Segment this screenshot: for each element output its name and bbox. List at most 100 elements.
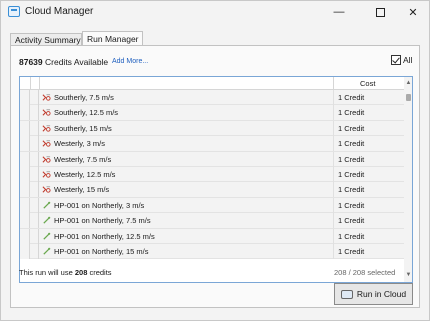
column-separator: [333, 151, 334, 167]
run-in-cloud-button[interactable]: Run in Cloud: [334, 283, 413, 305]
table-row[interactable]: Southerly, 12.5 m/s 1 Credit: [20, 105, 404, 121]
column-separator: [333, 120, 334, 136]
checkbox-checked-icon: [391, 55, 401, 65]
row-select-cell[interactable]: [30, 243, 39, 259]
row-cost: 1 Credit: [338, 200, 365, 210]
credits-available: 87639 Credits Available: [19, 57, 108, 67]
row-select-cell[interactable]: [30, 213, 39, 229]
scroll-up-icon[interactable]: ▲: [405, 80, 412, 87]
column-header-cost[interactable]: Cost: [360, 79, 375, 88]
scroll-thumb[interactable]: [406, 94, 411, 101]
column-separator: [333, 90, 334, 105]
credits-label: Credits Available: [42, 57, 109, 67]
probe-icon: [43, 201, 51, 209]
table-row[interactable]: Westerly, 3 m/s 1 Credit: [20, 136, 404, 152]
row-header-cell[interactable]: [20, 197, 30, 213]
row-header-cell[interactable]: [20, 166, 30, 182]
grid-header: Cost: [20, 77, 404, 90]
row-cost: 1 Credit: [338, 123, 365, 133]
row-name: Southerly, 12.5 m/s: [54, 108, 119, 118]
row-select-cell[interactable]: [30, 151, 39, 167]
row-cost: 1 Credit: [338, 169, 365, 179]
select-all-label: All: [403, 55, 413, 65]
row-name: HP-001 on Northerly, 3 m/s: [54, 200, 145, 210]
wind-case-icon: [42, 109, 51, 117]
window-title: Cloud Manager: [25, 6, 94, 17]
table-row[interactable]: Westerly, 15 m/s 1 Credit: [20, 182, 404, 198]
runs-grid[interactable]: Cost Southerly, 7.5 m/s 1 Credit Southerly…: [19, 76, 413, 283]
usage-count: 208: [74, 268, 88, 277]
row-header-cell[interactable]: [20, 151, 30, 167]
title-bar[interactable]: Cloud Manager — ✕: [1, 1, 429, 23]
row-cost: 1 Credit: [338, 185, 365, 195]
minimize-button[interactable]: —: [322, 1, 356, 23]
row-select-cell[interactable]: [30, 182, 39, 198]
cloud-run-icon: [340, 289, 353, 299]
row-name: Southerly, 7.5 m/s: [54, 93, 114, 102]
row-select-cell[interactable]: [30, 136, 39, 152]
grid-rows: Southerly, 7.5 m/s 1 Credit Southerly, 12.…: [20, 90, 404, 260]
row-cost: 1 Credit: [338, 139, 365, 149]
column-separator: [333, 182, 334, 198]
row-cost: 1 Credit: [338, 231, 365, 241]
row-header-cell[interactable]: [20, 213, 30, 229]
row-select-cell[interactable]: [30, 90, 39, 105]
column-separator: [333, 197, 334, 213]
run-button-label: Run in Cloud: [356, 289, 407, 299]
wind-case-icon: [42, 171, 51, 178]
table-row[interactable]: HP-001 on Northerly, 7.5 m/s 1 Credit: [20, 213, 404, 229]
row-header-cell[interactable]: [20, 228, 30, 244]
select-all-checkbox[interactable]: All: [391, 55, 412, 65]
minimize-icon: —: [333, 6, 345, 18]
table-row[interactable]: HP-001 on Northerly, 12.5 m/s 1 Credit: [20, 228, 404, 244]
column-separator: [333, 166, 334, 182]
table-row[interactable]: Southerly, 15 m/s 1 Credit: [20, 120, 404, 137]
usage-suffix: credits: [87, 268, 112, 277]
probe-icon: [43, 247, 51, 255]
row-name: Westerly, 7.5 m/s: [54, 154, 112, 164]
close-button[interactable]: ✕: [396, 1, 430, 23]
probe-icon: [43, 216, 51, 224]
table-row[interactable]: Westerly, 7.5 m/s 1 Credit: [20, 151, 404, 167]
row-name: Westerly, 12.5 m/s: [54, 169, 116, 179]
row-select-cell[interactable]: [30, 197, 39, 213]
column-separator: [333, 228, 334, 244]
table-row[interactable]: Westerly, 12.5 m/s 1 Credit: [20, 166, 404, 183]
wind-case-icon: [42, 186, 51, 193]
add-more-link[interactable]: Add More...: [112, 58, 148, 65]
cloud-manager-window: Cloud Manager — ✕ Activity Summary Run M…: [0, 0, 430, 321]
row-header-cell[interactable]: [20, 120, 30, 136]
wind-case-icon: [42, 140, 51, 147]
row-cost: 1 Credit: [338, 108, 365, 118]
row-name: HP-001 on Northerly, 12.5 m/s: [54, 231, 155, 241]
row-select-cell[interactable]: [30, 120, 39, 136]
column-separator: [30, 77, 31, 90]
probe-icon: [43, 232, 51, 240]
column-separator: [333, 213, 334, 229]
row-cost: 1 Credit: [338, 216, 365, 226]
tab-run-manager[interactable]: Run Manager: [82, 31, 143, 46]
table-row[interactable]: HP-001 on Northerly, 15 m/s 1 Credit: [20, 243, 404, 260]
row-select-cell[interactable]: [30, 166, 39, 182]
row-select-cell[interactable]: [30, 105, 39, 121]
column-separator: [333, 243, 334, 259]
row-name: Southerly, 15 m/s: [54, 123, 112, 133]
row-header-cell[interactable]: [20, 136, 30, 152]
column-separator: [39, 77, 40, 90]
column-separator: [333, 105, 334, 121]
row-header-cell[interactable]: [20, 182, 30, 198]
vertical-scrollbar[interactable]: ▲ ▼: [404, 77, 412, 282]
selected-count: 208 / 208 selected: [334, 268, 396, 277]
table-row[interactable]: Southerly, 7.5 m/s 1 Credit: [20, 90, 404, 106]
row-header-cell[interactable]: [20, 243, 30, 259]
column-separator: [333, 77, 334, 90]
row-cost: 1 Credit: [338, 154, 365, 164]
maximize-button[interactable]: [363, 1, 397, 23]
row-header-cell[interactable]: [20, 90, 30, 105]
scroll-down-icon[interactable]: ▼: [405, 272, 412, 279]
row-header-cell[interactable]: [20, 105, 30, 121]
row-select-cell[interactable]: [30, 228, 39, 244]
table-row[interactable]: HP-001 on Northerly, 3 m/s 1 Credit: [20, 197, 404, 214]
row-cost: 1 Credit: [338, 246, 365, 256]
app-icon: [8, 6, 20, 17]
